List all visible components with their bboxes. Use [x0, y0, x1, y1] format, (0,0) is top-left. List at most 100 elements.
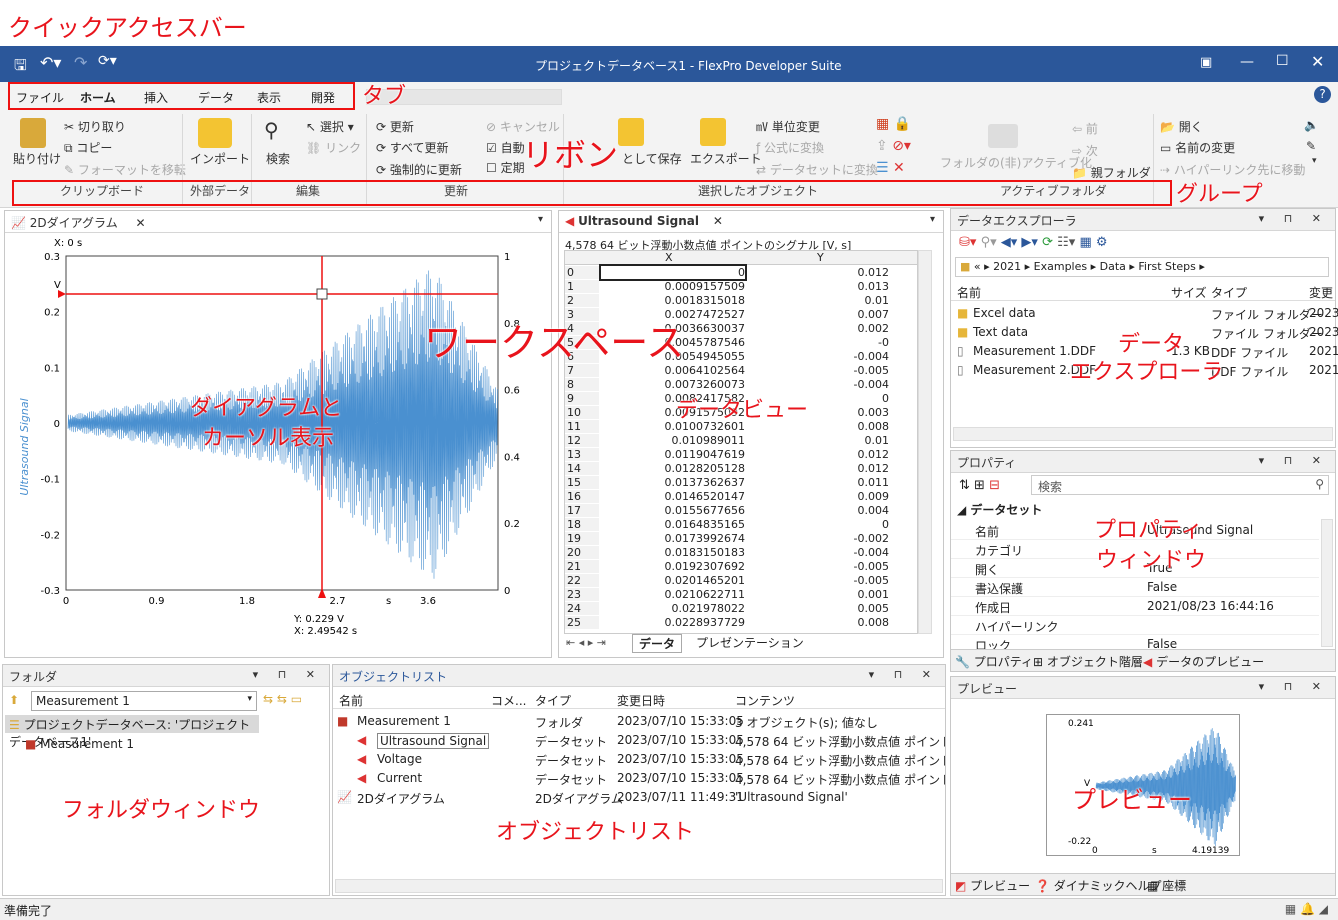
status-icons[interactable]: ▦ 🔔 ◢: [1285, 902, 1328, 916]
share-icon[interactable]: ⇪ ⊘▾: [876, 138, 911, 154]
cell-y[interactable]: -0.004: [749, 378, 889, 391]
rename-button[interactable]: ▭ 名前の変更: [1160, 139, 1235, 156]
delete-icon[interactable]: ✕: [893, 160, 905, 176]
update-all-button[interactable]: ⟳ すべて更新: [376, 139, 449, 156]
table-row[interactable]: 📈 2Dダイアグラム 2Dダイアグラム 2023/07/11 11:49:31 'Ult…: [333, 789, 945, 807]
property-value[interactable]: False: [1147, 580, 1177, 594]
paste-button[interactable]: 貼り付け: [13, 150, 61, 167]
table-row[interactable]: 2 0.0018315018 0.01: [565, 294, 917, 308]
cell-y[interactable]: -0.002: [749, 532, 889, 545]
cell-y[interactable]: -0.004: [749, 546, 889, 559]
property-value[interactable]: 2021/08/23 16:44:16: [1147, 599, 1274, 613]
tab-object-hierarchy[interactable]: ⊞ オブジェクト階層: [1033, 653, 1143, 670]
cell-x[interactable]: 0.0155677656: [601, 504, 745, 517]
table-row[interactable]: 14 0.0128205128 0.012: [565, 462, 917, 476]
undo-icon[interactable]: ↶▾: [40, 53, 61, 72]
cell-y[interactable]: -0: [749, 336, 889, 349]
periodic-checkbox[interactable]: ☐ 定期: [486, 159, 525, 176]
table-row[interactable]: 25 0.0228937729 0.008: [565, 616, 917, 630]
table-row[interactable]: 22 0.0201465201 -0.005: [565, 574, 917, 588]
dataset-convert-button[interactable]: ⇄ データセットに変換: [756, 161, 878, 178]
cell-x[interactable]: 0.0009157509: [601, 280, 745, 293]
select-button[interactable]: ↖ 選択 ▾: [306, 118, 354, 135]
cell-x[interactable]: 0.0183150183: [601, 546, 745, 559]
move-format-button[interactable]: ✎ フォーマットを移転: [64, 161, 186, 178]
explorer-scrollbar[interactable]: [953, 427, 1333, 441]
force-update-button[interactable]: ⟳ 強制的に更新: [376, 161, 462, 178]
cell-y[interactable]: -0.005: [749, 560, 889, 573]
cell-y[interactable]: 0.002: [749, 322, 890, 335]
folder-active-button[interactable]: フォルダの(非)アクティブ化: [940, 154, 1092, 171]
col-contents[interactable]: コンテンツ: [735, 692, 795, 709]
folder-up-icon[interactable]: ⬆: [9, 693, 19, 707]
cell-x[interactable]: 0.021978022: [601, 602, 745, 615]
ribbon-display-icon[interactable]: ▣: [1200, 55, 1212, 70]
cell-x[interactable]: 0.0137362637: [601, 476, 745, 489]
update-button[interactable]: ⟳ 更新: [376, 118, 414, 135]
minimize-button[interactable]: —: [1240, 54, 1254, 70]
folder-actions-icon[interactable]: ⇆ ⇆ ▭: [263, 692, 302, 706]
cell-y[interactable]: 0.01: [749, 294, 890, 307]
cell-x[interactable]: 0.0128205128: [601, 462, 745, 475]
list-item[interactable]: ■ Excel data ファイル フォルダー 2023: [955, 305, 1338, 323]
next-button[interactable]: ⇨ 次: [1072, 142, 1098, 159]
pane-buttons[interactable]: ▾ ⊓ ✕: [869, 668, 939, 681]
prev-button[interactable]: ⇦ 前: [1072, 120, 1098, 137]
speaker-icon[interactable]: 🔈: [1304, 118, 1319, 132]
cell-x[interactable]: 0.0119047619: [601, 448, 745, 461]
table-row[interactable]: 8 0.0073260073 -0.004: [565, 378, 917, 392]
cell-y[interactable]: 0.009: [749, 490, 890, 503]
col-comment[interactable]: コメ...: [491, 692, 526, 709]
dropdown-icon[interactable]: ▾: [930, 214, 935, 225]
cursor-marker-left[interactable]: [58, 290, 66, 298]
cell-y[interactable]: 0.001: [749, 588, 890, 601]
cell-y[interactable]: 0: [749, 518, 889, 531]
properties-scrollbar[interactable]: [1321, 519, 1333, 647]
col-modified[interactable]: 変更: [1309, 284, 1333, 301]
table-row[interactable]: ◀ Voltage データセット 2023/07/10 15:33:05 4,578 6…: [333, 751, 945, 769]
cell-x[interactable]: 0.0228937729: [601, 616, 745, 629]
no-icon[interactable]: ⊘▾: [892, 138, 911, 154]
dataview-tab[interactable]: ◀ Ultrasound Signal ✕ ▾: [559, 211, 943, 233]
table-row[interactable]: 21 0.0192307692 -0.005: [565, 560, 917, 574]
open-button[interactable]: 📂 開く: [1160, 118, 1203, 135]
table-row[interactable]: 0 0 0.012: [565, 264, 917, 281]
paste-icon[interactable]: [20, 118, 46, 148]
tab-coordinates[interactable]: ▦ 座標: [1147, 877, 1186, 894]
explorer-toolbar[interactable]: ⛁▾ ⚲▾ ◀▾ ▶▾ ⟳ ☷▾ ▦ ⚙: [959, 235, 1108, 250]
cell-y[interactable]: 0.011: [749, 476, 890, 489]
tab-dynamic-help[interactable]: ❓ ダイナミックヘルプ: [1035, 877, 1162, 894]
ribbon-more-icon[interactable]: ▾: [1312, 156, 1317, 166]
close-button[interactable]: ✕: [1311, 52, 1324, 71]
dropdown-icon[interactable]: ▾: [538, 214, 543, 225]
cell-x[interactable]: 0: [599, 264, 747, 281]
save-as-icon[interactable]: [618, 118, 644, 146]
save-as-button[interactable]: として保存: [622, 150, 682, 167]
pane-buttons[interactable]: ▾ ⊓ ✕: [253, 668, 323, 681]
redo-icon[interactable]: ↷: [74, 53, 87, 72]
table-row[interactable]: 24 0.021978022 0.005: [565, 602, 917, 616]
folder-combo[interactable]: Measurement 1 ▾: [31, 691, 257, 711]
lock-icon[interactable]: 🔒: [894, 116, 911, 132]
search-button[interactable]: 検索: [266, 150, 290, 167]
col-modified[interactable]: 変更日時: [617, 692, 665, 709]
table-row[interactable]: 23 0.0210622711 0.001: [565, 588, 917, 602]
table-row[interactable]: 13 0.0119047619 0.012: [565, 448, 917, 462]
tab-data-preview[interactable]: ◀ データのプレビュー: [1143, 653, 1264, 670]
cell-x[interactable]: 0.0146520147: [601, 490, 745, 503]
export-button[interactable]: エクスポート: [690, 150, 762, 167]
col-type[interactable]: タイプ: [1211, 284, 1247, 301]
table-row[interactable]: 17 0.0155677656 0.004: [565, 504, 917, 518]
cell-y[interactable]: -0.005: [749, 574, 889, 587]
table-row[interactable]: ◀ Current データセット 2023/07/10 15:33:05 4,578 6…: [333, 770, 945, 788]
import-icon[interactable]: [198, 118, 232, 148]
prop-section[interactable]: ◢ データセット: [957, 501, 1042, 518]
cell-y[interactable]: 0.013: [749, 280, 890, 293]
cell-x[interactable]: 0.0018315018: [601, 294, 745, 307]
dataview-scrollbar[interactable]: [918, 250, 932, 634]
property-row[interactable]: ハイパーリンク: [951, 616, 1319, 635]
pane-buttons[interactable]: ▾ ⊓ ✕: [1259, 680, 1329, 693]
property-row[interactable]: 作成日 2021/08/23 16:44:16: [951, 597, 1319, 616]
table-row[interactable]: ■ Measurement 1 フォルダ 2023/07/10 15:33:05 3 オ…: [333, 713, 945, 731]
sheet-nav-icons[interactable]: ⇤ ◂ ▸ ⇥: [566, 636, 606, 649]
